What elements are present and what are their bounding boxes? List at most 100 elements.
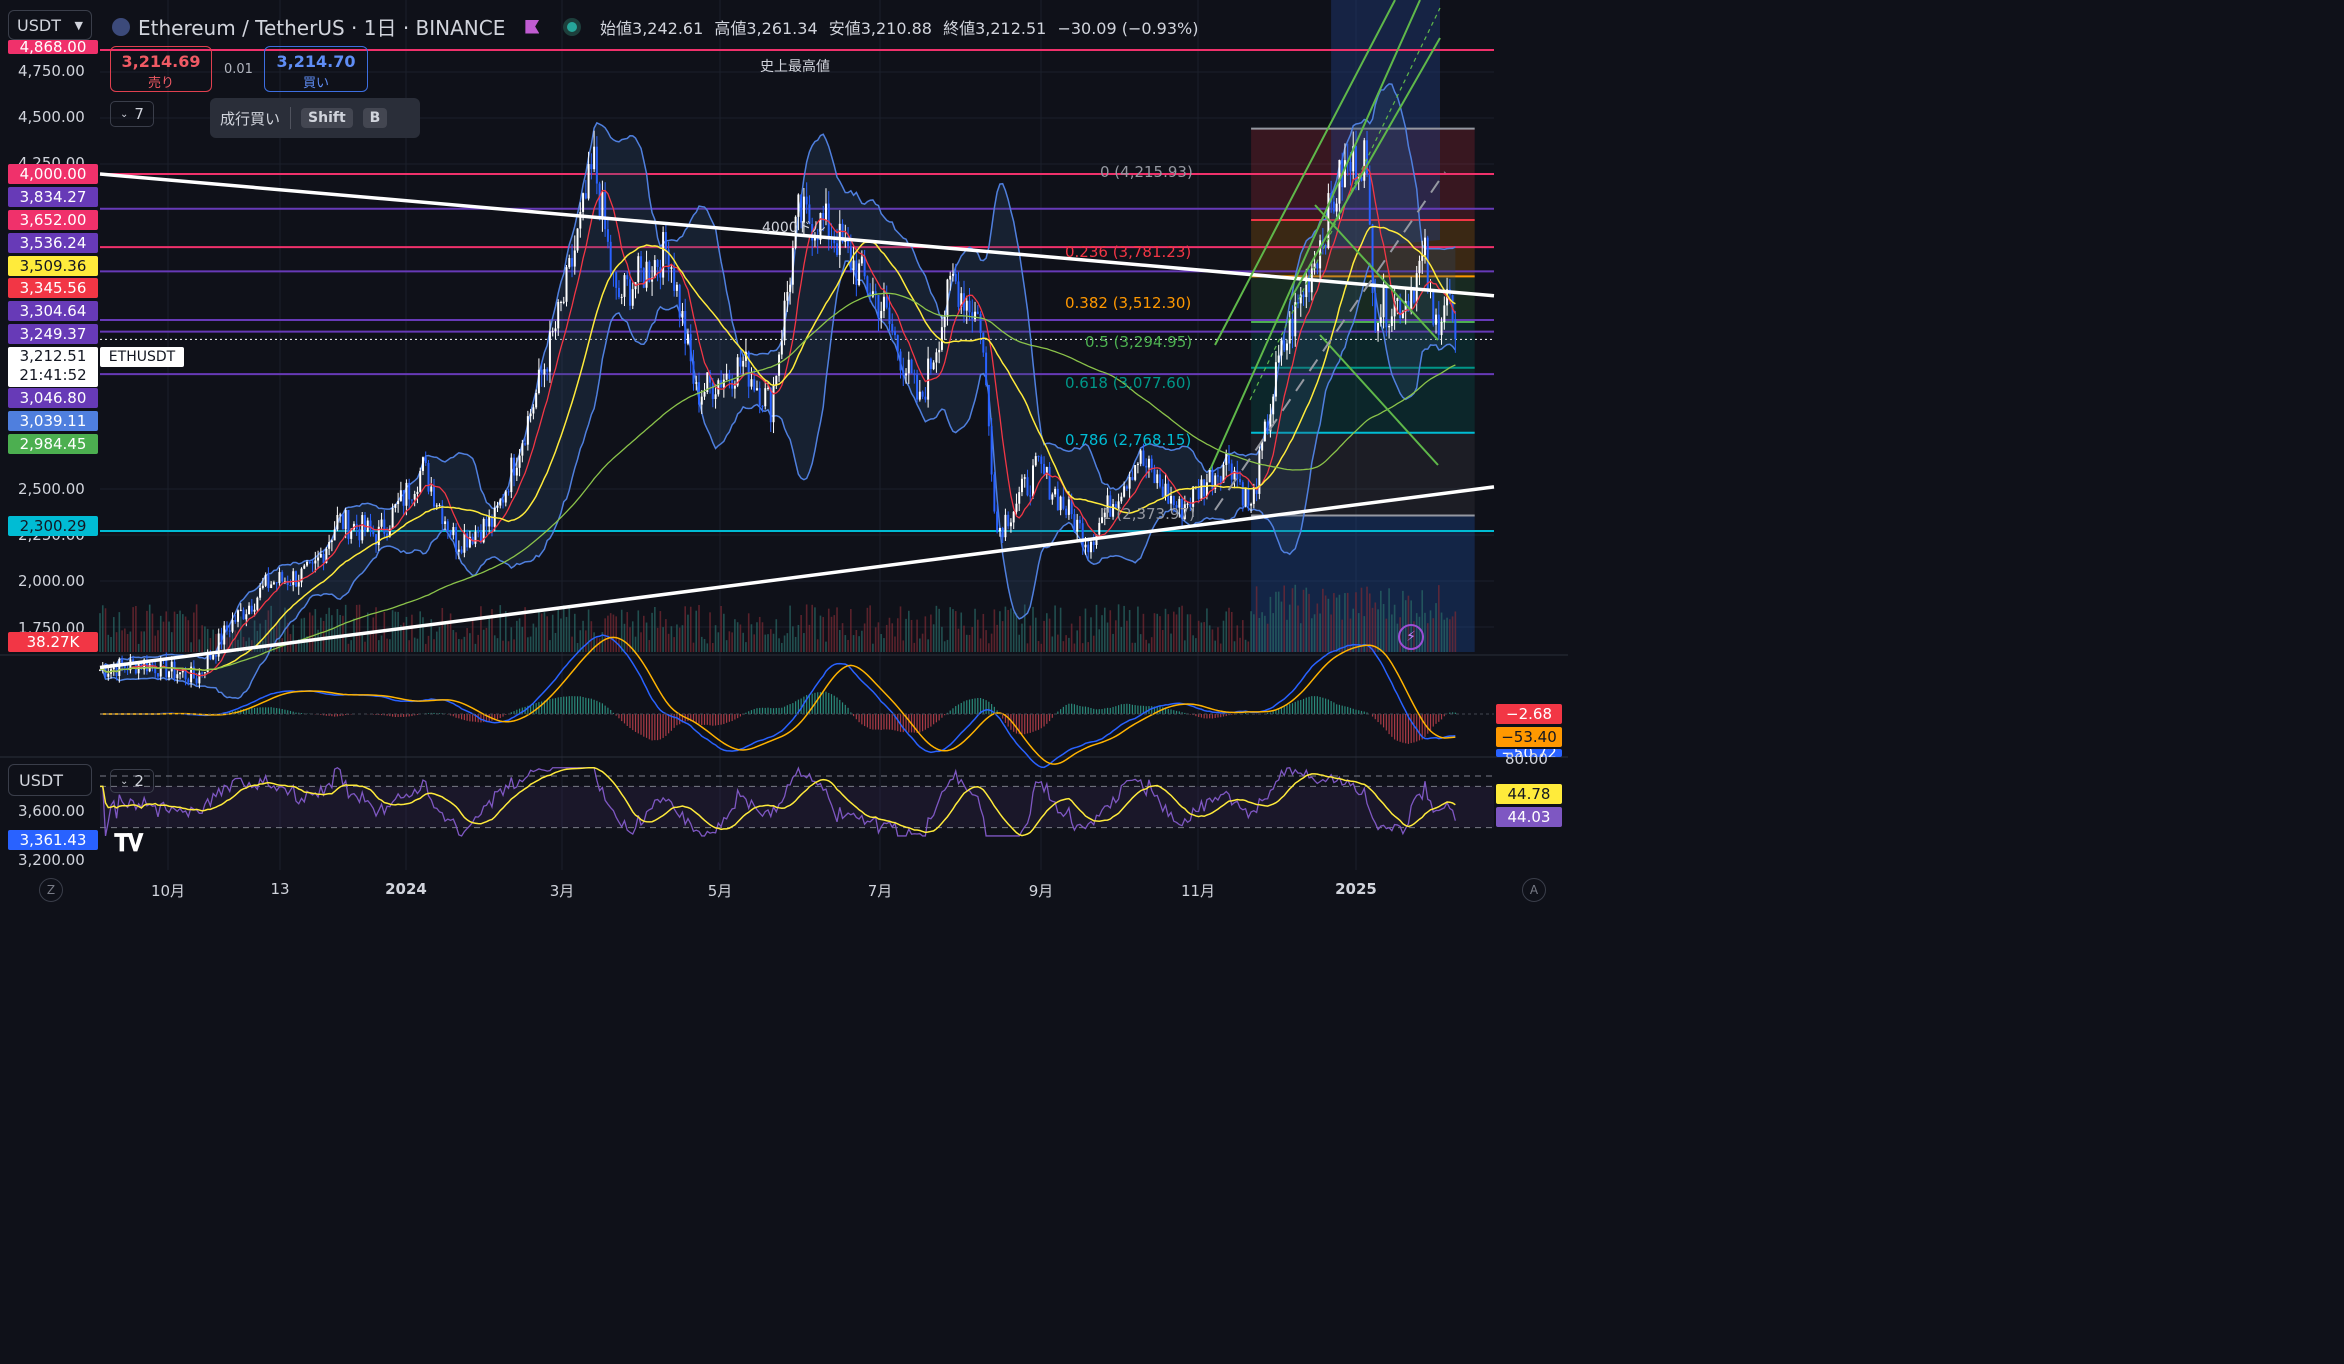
volume-bar <box>560 618 562 652</box>
volume-bar <box>416 638 419 652</box>
volume-bar <box>173 611 176 652</box>
candle-body <box>513 457 516 476</box>
tradingview-logo-icon[interactable]: 𝐓𝐕 <box>114 829 143 857</box>
symbol-title[interactable]: Ethereum / TetherUS · 1日 · BINANCE <box>112 12 578 41</box>
volume-bar <box>938 608 940 652</box>
candle-body <box>971 312 974 320</box>
x-tick: 10月 <box>150 882 186 900</box>
volume-bar <box>212 629 214 652</box>
volume-bar <box>121 630 123 652</box>
volume-bar <box>723 613 725 652</box>
quantity-selector[interactable]: ⌄ 7 <box>110 101 154 127</box>
candle-body <box>1410 288 1413 312</box>
volume-bar <box>469 633 471 652</box>
ohlc-change: −30.09 (−0.93%) <box>1057 19 1199 38</box>
candle-body <box>767 387 770 389</box>
volume-bar <box>1206 608 1208 652</box>
volume-bar <box>1004 606 1007 652</box>
volume-bar <box>941 626 943 652</box>
candle-body <box>1200 479 1203 499</box>
volume-bar <box>872 643 874 652</box>
volume-bar <box>397 611 399 652</box>
zoom-button[interactable]: Z <box>39 878 63 902</box>
volume-bar <box>435 631 438 652</box>
volume-bar <box>333 628 336 652</box>
volume-bar <box>695 610 698 652</box>
volume-bar <box>1172 611 1175 652</box>
fib-label: 0.382 (3,512.30) <box>1065 294 1192 312</box>
volume-bar <box>830 616 833 652</box>
market-buy-tooltip: 成行買い Shift B <box>210 98 420 138</box>
buy-button[interactable]: 3,214.70 買い <box>264 46 368 92</box>
auto-scale-button[interactable]: A <box>1522 878 1546 902</box>
volume-bar <box>1079 616 1081 652</box>
volume-bar <box>1103 607 1106 652</box>
volume-bar <box>1366 586 1368 652</box>
volume-bar <box>1095 604 1098 652</box>
volume-bar <box>703 639 706 652</box>
sell-button[interactable]: 3,214.69 売り <box>110 46 212 92</box>
currency-selector-2[interactable]: USDT <box>8 764 92 796</box>
flag-icon[interactable] <box>525 19 540 34</box>
candle-body <box>419 470 422 492</box>
volume-bar <box>761 622 764 652</box>
candle-body <box>336 514 339 530</box>
candle-body <box>753 379 756 391</box>
candle-body <box>899 351 902 371</box>
candle-body <box>568 258 571 268</box>
volume-bar <box>825 641 827 652</box>
volume-bar <box>1429 610 1432 652</box>
volume-bar <box>1355 592 1357 652</box>
volume-bar <box>535 627 537 652</box>
volume-bar <box>1322 588 1324 652</box>
volume-bar <box>190 642 192 652</box>
volume-bar <box>1137 606 1139 652</box>
ohlc-high: 高値3,261.34 <box>714 19 818 38</box>
candle-body <box>617 287 620 298</box>
volume-bar <box>1037 641 1040 652</box>
volume-bar <box>1344 593 1346 652</box>
price-tick: 2,500.00 <box>18 480 85 498</box>
candle-body <box>496 505 499 508</box>
candle-body <box>311 562 314 564</box>
candle-body <box>297 582 300 587</box>
volume-bar <box>1150 637 1153 652</box>
candle-body <box>449 531 452 536</box>
lightning-icon[interactable]: ⚡ <box>1398 624 1424 650</box>
candle-body <box>673 267 676 291</box>
candle-body <box>559 301 562 303</box>
volume-bar <box>924 616 927 652</box>
candle-body <box>383 519 386 534</box>
volume-bar <box>819 615 822 652</box>
volume-bar <box>648 640 651 652</box>
buy-price: 3,214.70 <box>276 52 356 71</box>
pane-count: 2 <box>134 772 144 790</box>
volume-bar <box>607 615 609 652</box>
volume-bar <box>148 604 151 652</box>
volume-bar <box>974 608 976 652</box>
volume-bar <box>527 637 529 652</box>
candle-body <box>289 585 292 587</box>
volume-bar <box>1120 626 1123 652</box>
candle-body <box>888 307 891 324</box>
volume-bar <box>1148 643 1150 652</box>
volume-bar <box>179 610 181 652</box>
candle-body <box>924 396 927 400</box>
volume-bar <box>1360 587 1363 652</box>
volume-bar <box>1247 641 1250 652</box>
candle-body <box>695 382 698 384</box>
candle-body <box>1363 140 1366 181</box>
candle-body <box>518 455 521 468</box>
volume-bar <box>731 632 733 652</box>
candle-body <box>1145 465 1148 468</box>
currency-selector[interactable]: USDT ▼ <box>8 10 92 40</box>
candle-body <box>656 260 659 267</box>
volume-bar <box>300 618 303 652</box>
candle-body <box>1134 465 1137 480</box>
pane-collapse[interactable]: ⌄ 2 <box>110 769 154 793</box>
candle-body <box>938 349 941 353</box>
candle-body <box>689 334 692 362</box>
x-tick: 5月 <box>707 882 733 900</box>
volume-bar <box>339 614 341 652</box>
candle-body <box>722 379 725 388</box>
